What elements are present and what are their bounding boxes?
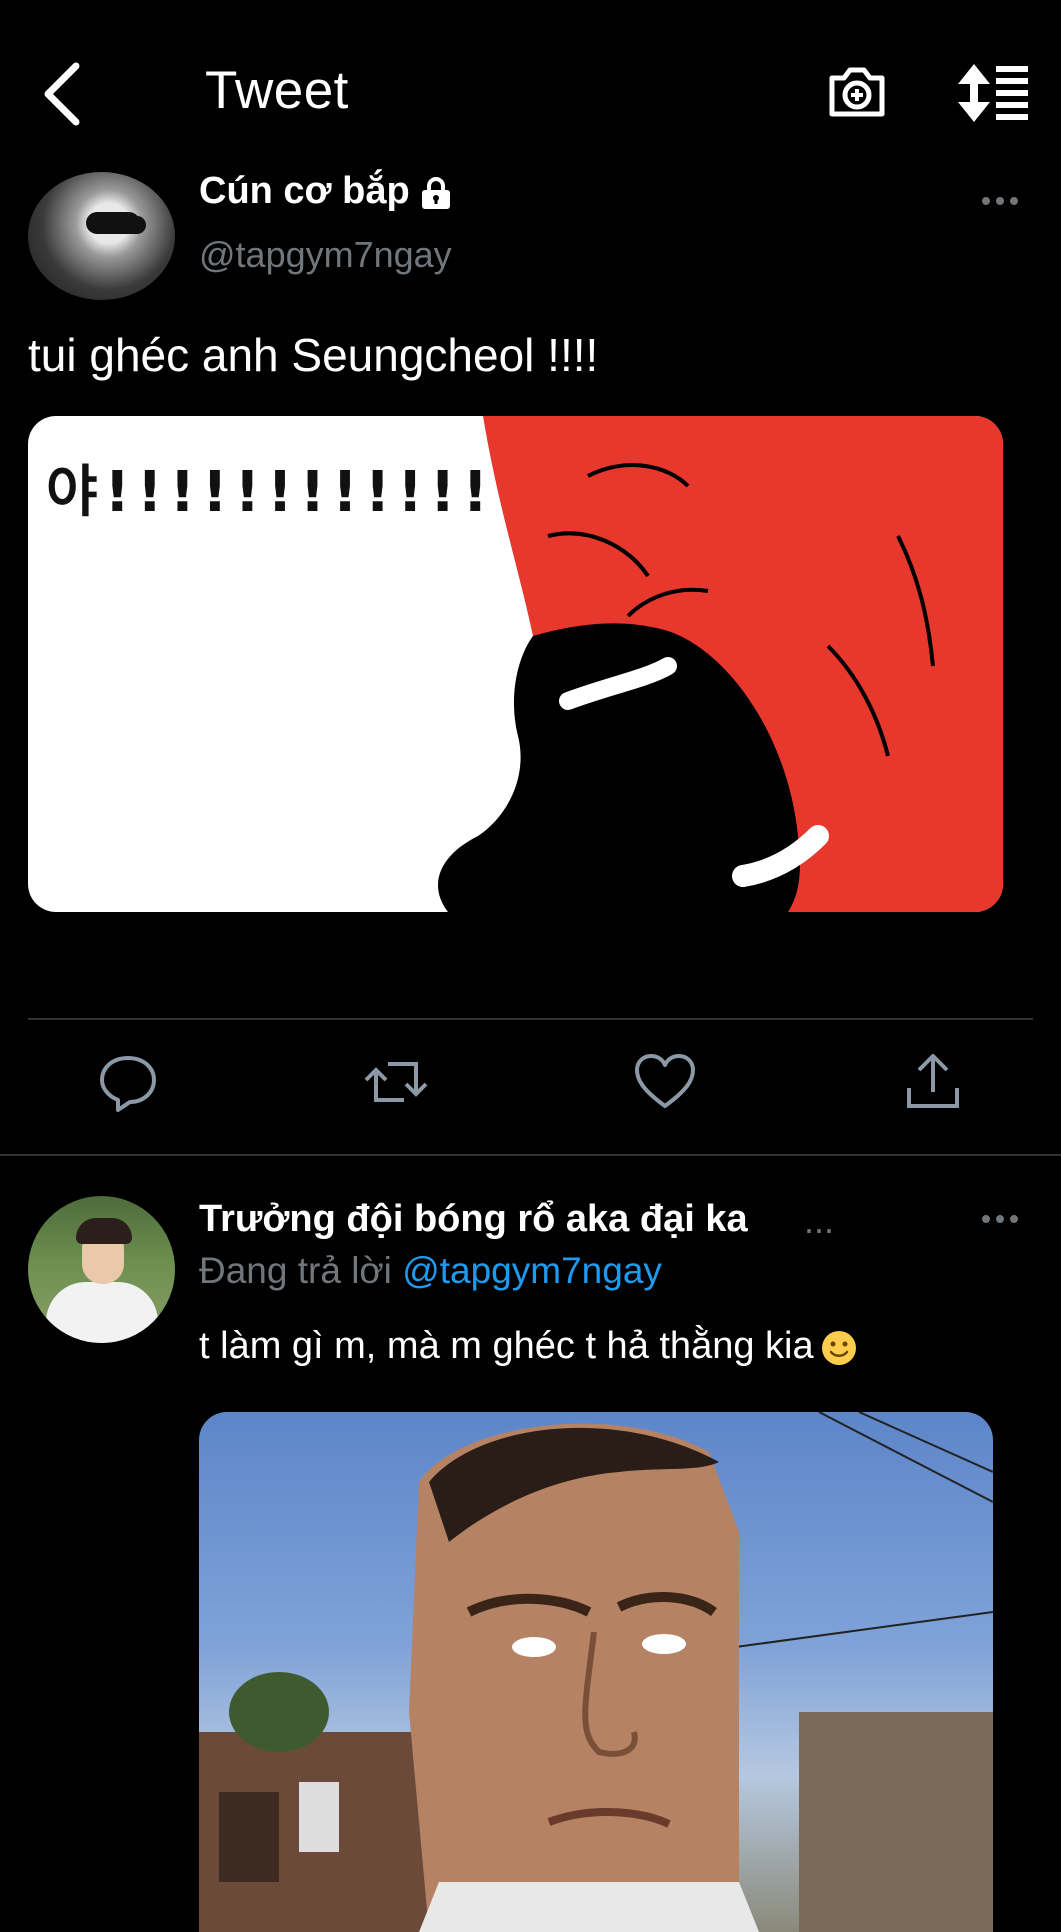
divider <box>28 1018 1033 1020</box>
retweet-button[interactable] <box>364 1050 428 1114</box>
reply-media-image[interactable] <box>199 1412 993 1932</box>
sort-button[interactable] <box>956 62 1030 124</box>
avatar-hair <box>76 1218 132 1244</box>
reply-author-name[interactable]: Trưởng đội bóng rổ aka đại ka <box>199 1198 748 1241</box>
reply-author-avatar[interactable] <box>28 1196 175 1343</box>
lock-icon <box>421 176 450 209</box>
tweet-more-button[interactable] <box>980 186 1020 216</box>
author-avatar[interactable] <box>28 172 175 300</box>
like-button[interactable] <box>633 1050 697 1114</box>
avatar-shirt <box>46 1282 158 1343</box>
reply-more-button[interactable] <box>980 1204 1020 1234</box>
camera-plus-icon <box>829 67 885 117</box>
share-icon <box>907 1054 959 1108</box>
author-handle[interactable]: @tapgym7ngay <box>199 234 452 276</box>
page-title: Tweet <box>205 61 349 120</box>
meme-photo-illustration <box>199 1412 993 1932</box>
camera-button[interactable] <box>826 60 888 122</box>
reply-tweet-text: t làm gì m, mà m ghéc t hả thằng kia <box>199 1325 858 1368</box>
tweet-text: tui ghéc anh Seungcheol !!!! <box>28 329 599 381</box>
more-dots-icon <box>982 197 1018 205</box>
chevron-left-icon <box>44 62 80 126</box>
sort-icon <box>958 64 1028 122</box>
replying-to-handle[interactable]: @tapgym7ngay <box>402 1250 662 1291</box>
name-truncation: ... <box>804 1200 835 1241</box>
top-nav-bar: Tweet <box>0 0 1061 170</box>
share-button[interactable] <box>901 1050 965 1114</box>
tweet-media-image[interactable]: 야!!!!!!!!!!!!!!!!!!!!!!!!!!!!!!!!!!!!!!!… <box>28 416 1003 912</box>
replying-to-label: Đang trả lời <box>199 1250 392 1291</box>
screaming-red-face-illustration <box>438 416 1003 912</box>
replying-to-line: Đang trả lời @tapgym7ngay <box>199 1250 662 1292</box>
reply-button[interactable] <box>96 1050 160 1114</box>
more-dots-icon <box>982 1215 1018 1223</box>
tweet-action-bar <box>0 1050 1061 1130</box>
reply-icon <box>100 1056 156 1112</box>
avatar-glasses-lens <box>120 216 146 234</box>
reply-text: t làm gì m, mà m ghéc t hả thằng kia <box>199 1325 814 1367</box>
back-button[interactable] <box>36 58 96 130</box>
retweet-icon <box>364 1062 428 1102</box>
slightly-smiling-face-emoji <box>821 1330 856 1365</box>
divider <box>0 1154 1061 1156</box>
author-name[interactable]: Cún cơ bắp <box>199 170 454 213</box>
author-name-text: Cún cơ bắp <box>199 170 410 212</box>
heart-icon <box>635 1054 695 1108</box>
